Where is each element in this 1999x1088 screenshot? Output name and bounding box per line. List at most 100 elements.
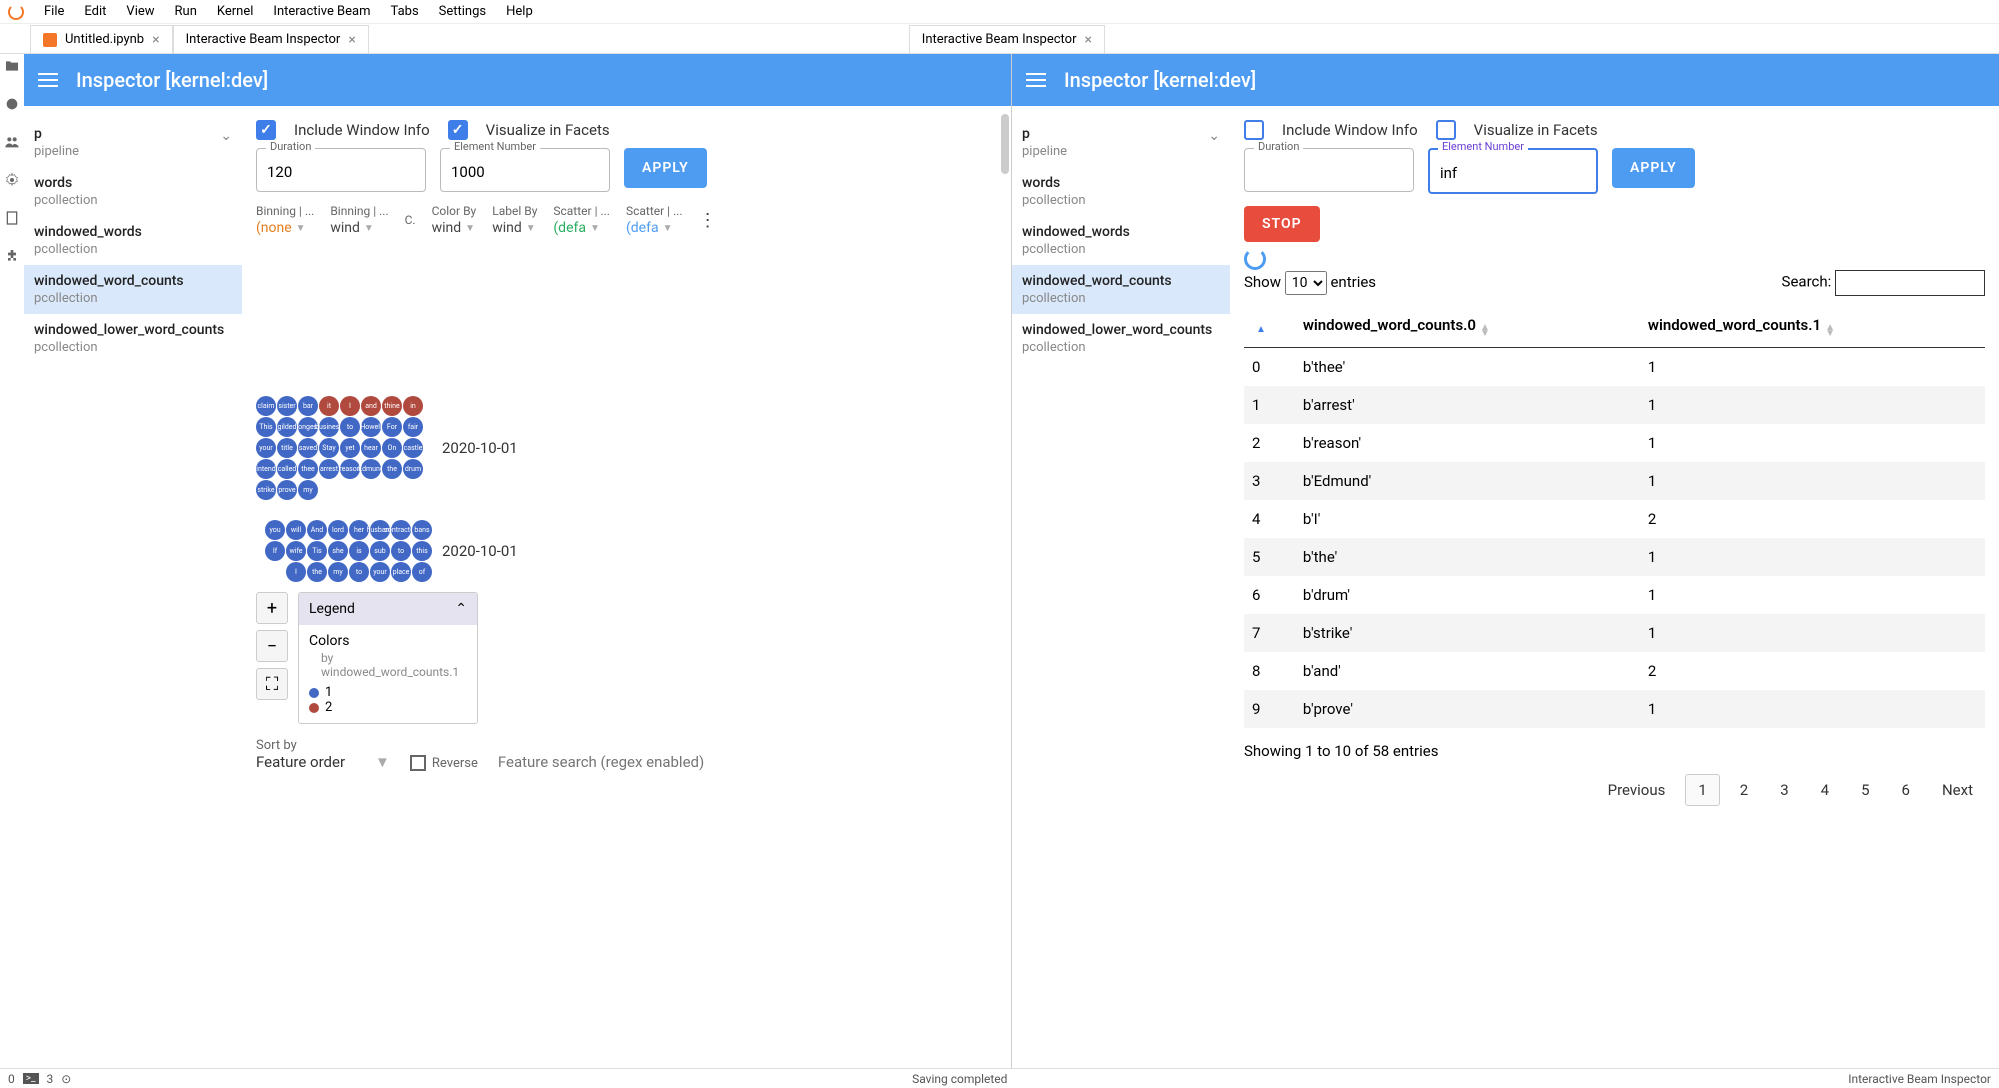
- pager-page[interactable]: 5: [1849, 775, 1881, 805]
- bubble[interactable]: title: [277, 438, 297, 458]
- document-icon[interactable]: [4, 210, 20, 226]
- bubble[interactable]: in: [403, 396, 423, 416]
- pager-page[interactable]: 6: [1890, 775, 1922, 805]
- bubble[interactable]: prove: [277, 480, 297, 500]
- more-icon[interactable]: ⋮: [699, 210, 717, 231]
- bubble[interactable]: contracted: [391, 520, 411, 540]
- label-by-dropdown[interactable]: wind▼: [492, 220, 537, 236]
- bubble[interactable]: thine: [382, 396, 402, 416]
- bubble[interactable]: hear: [361, 438, 381, 458]
- sidebar-item-windowed-lower-word-counts[interactable]: windowed_lower_word_countspcollection: [1012, 314, 1230, 363]
- apply-button[interactable]: APPLY: [624, 148, 707, 188]
- pager-prev[interactable]: Previous: [1596, 775, 1678, 805]
- bubble[interactable]: For: [382, 417, 402, 437]
- zoom-out-button[interactable]: −: [256, 630, 288, 662]
- bubble[interactable]: place: [391, 562, 411, 582]
- menu-settings[interactable]: Settings: [439, 4, 486, 19]
- menu-edit[interactable]: Edit: [84, 4, 106, 19]
- pager-page[interactable]: 4: [1809, 775, 1841, 805]
- duration-input[interactable]: [256, 148, 426, 192]
- include-window-checkbox[interactable]: [256, 120, 276, 140]
- bubble[interactable]: Edmund: [361, 459, 381, 479]
- bubble[interactable]: claim: [256, 396, 276, 416]
- bubble[interactable]: she: [328, 541, 348, 561]
- bubble[interactable]: my: [328, 562, 348, 582]
- bubble[interactable]: your: [370, 562, 390, 582]
- bubble[interactable]: saved: [298, 438, 318, 458]
- sidebar-item-pipeline[interactable]: ppipeline ⌄: [1012, 118, 1230, 167]
- bubble[interactable]: I: [286, 562, 306, 582]
- bubble[interactable]: sub: [370, 541, 390, 561]
- reverse-checkbox[interactable]: [410, 755, 426, 771]
- bubble[interactable]: it: [319, 396, 339, 416]
- bubble[interactable]: will: [286, 520, 306, 540]
- bubble[interactable]: fair: [403, 417, 423, 437]
- bubble[interactable]: On: [382, 438, 402, 458]
- entries-select[interactable]: 10: [1285, 271, 1327, 295]
- sidebar-item-windowed-lower-word-counts[interactable]: windowed_lower_word_countspcollection: [24, 314, 242, 363]
- bubble[interactable]: thee: [298, 459, 318, 479]
- tab-notebook[interactable]: Untitled.ipynb ×: [30, 25, 173, 53]
- tab-inspector-2[interactable]: Interactive Beam Inspector ×: [909, 25, 1105, 53]
- bubble[interactable]: And: [307, 520, 327, 540]
- menu-file[interactable]: File: [44, 4, 64, 19]
- bubble-grid[interactable]: youwillAndlordherhusbandcontractedbansIf…: [256, 520, 432, 582]
- bubble[interactable]: the: [307, 562, 327, 582]
- menu-tabs[interactable]: Tabs: [391, 4, 419, 19]
- col-word[interactable]: windowed_word_counts.0▲▼: [1295, 306, 1640, 348]
- circle-icon[interactable]: [4, 96, 20, 112]
- pager-page[interactable]: 3: [1768, 775, 1800, 805]
- bubble[interactable]: you: [265, 520, 285, 540]
- scatter-x-dropdown[interactable]: (defa▼: [553, 220, 610, 236]
- bubble[interactable]: castle: [403, 438, 423, 458]
- menu-help[interactable]: Help: [506, 4, 533, 19]
- bubble[interactable]: gilded: [277, 417, 297, 437]
- tab-inspector-1[interactable]: Interactive Beam Inspector ×: [173, 25, 369, 53]
- menu-view[interactable]: View: [126, 4, 154, 19]
- sort-by-dropdown[interactable]: Feature order▼: [256, 753, 390, 771]
- element-number-input[interactable]: [440, 148, 610, 192]
- menu-interactive-beam[interactable]: Interactive Beam: [273, 4, 370, 19]
- bubble[interactable]: intend: [256, 459, 276, 479]
- bubble[interactable]: This: [256, 417, 276, 437]
- zoom-in-button[interactable]: +: [256, 592, 288, 624]
- sidebar-item-windowed-word-counts[interactable]: windowed_word_countspcollection: [1012, 265, 1230, 314]
- col-index[interactable]: ▲: [1244, 306, 1295, 348]
- visualize-facets-checkbox[interactable]: [1436, 120, 1456, 140]
- col-count[interactable]: windowed_word_counts.1▲▼: [1640, 306, 1985, 348]
- scatter-y-dropdown[interactable]: (defa▼: [626, 220, 683, 236]
- bubble-grid[interactable]: claimsisterbaritIandthineinThisgildedlon…: [256, 396, 432, 500]
- legend-toggle[interactable]: Legend ⌃: [299, 593, 477, 625]
- bubble[interactable]: this: [412, 541, 432, 561]
- bubble[interactable]: lord: [328, 520, 348, 540]
- bubble[interactable]: yet: [340, 438, 360, 458]
- element-number-input[interactable]: [1428, 148, 1598, 194]
- sidebar-item-words[interactable]: wordspcollection: [24, 167, 242, 216]
- bubble[interactable]: to: [349, 562, 369, 582]
- pager-next[interactable]: Next: [1930, 775, 1985, 805]
- people-icon[interactable]: [4, 134, 20, 150]
- stop-button[interactable]: STOP: [1244, 206, 1320, 242]
- duration-input[interactable]: [1244, 148, 1414, 192]
- bubble[interactable]: to: [340, 417, 360, 437]
- bubble[interactable]: strike: [256, 480, 276, 500]
- bubble[interactable]: my: [298, 480, 318, 500]
- sidebar-item-windowed-words[interactable]: windowed_wordspcollection: [1012, 216, 1230, 265]
- sidebar-item-windowed-word-counts[interactable]: windowed_word_countspcollection: [24, 265, 242, 314]
- search-input[interactable]: [1835, 270, 1985, 296]
- sidebar-item-words[interactable]: wordspcollection: [1012, 167, 1230, 216]
- bubble[interactable]: Howell: [361, 417, 381, 437]
- bubble[interactable]: bans: [412, 520, 432, 540]
- menu-kernel[interactable]: Kernel: [217, 4, 254, 19]
- bubble[interactable]: the: [382, 459, 402, 479]
- feature-search-input[interactable]: [498, 753, 718, 771]
- sidebar-item-pipeline[interactable]: ppipeline ⌄: [24, 118, 242, 167]
- pager-page[interactable]: 1: [1685, 774, 1719, 806]
- bubble[interactable]: wife: [286, 541, 306, 561]
- bubble[interactable]: sister: [277, 396, 297, 416]
- bubble[interactable]: and: [361, 396, 381, 416]
- bubble[interactable]: to: [391, 541, 411, 561]
- binning-x-dropdown[interactable]: (none▼: [256, 220, 314, 236]
- hamburger-icon[interactable]: [38, 73, 58, 87]
- bubble[interactable]: reason: [340, 459, 360, 479]
